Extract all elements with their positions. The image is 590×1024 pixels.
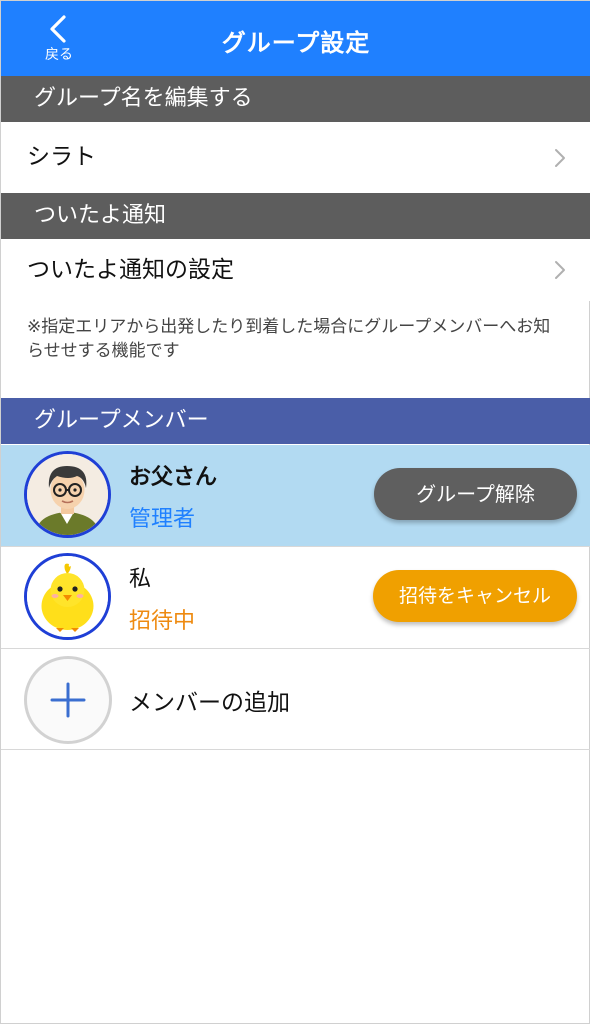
page-title: グループ設定 bbox=[221, 29, 371, 57]
cancel-invite-button[interactable]: 招待をキャンセル bbox=[373, 570, 577, 622]
section-header-group-name: グループ名を編集する bbox=[1, 76, 590, 122]
add-member-row[interactable]: メンバーの追加 bbox=[1, 649, 590, 750]
member-status: 招待中 bbox=[129, 609, 196, 634]
chevron-right-icon bbox=[555, 261, 565, 279]
group-name-value: シラト bbox=[27, 144, 96, 170]
father-avatar-icon bbox=[27, 454, 108, 535]
member-row: お父さん 管理者 グループ解除 bbox=[1, 445, 590, 547]
ungroup-button[interactable]: グループ解除 bbox=[374, 468, 577, 520]
notification-note: ※指定エリアから出発したり到着した場合にグループメンバーへお知らせせする機能です bbox=[27, 317, 551, 361]
notification-setting-row[interactable]: ついたよ通知の設定 bbox=[1, 239, 590, 301]
group-name-row[interactable]: シラト bbox=[1, 122, 590, 193]
avatar bbox=[24, 451, 111, 538]
member-name: 私 bbox=[129, 567, 152, 592]
notification-setting-label: ついたよ通知の設定 bbox=[27, 257, 234, 283]
member-row: 私 招待中 招待をキャンセル bbox=[1, 547, 590, 649]
add-member-circle bbox=[24, 656, 112, 744]
section-header-members: グループメンバー bbox=[1, 398, 590, 444]
chick-avatar-icon bbox=[27, 556, 108, 637]
section-header-notification: ついたよ通知 bbox=[1, 193, 590, 239]
chevron-right-icon bbox=[555, 148, 565, 167]
app-header: 戻る グループ設定 bbox=[1, 1, 590, 76]
add-member-label: メンバーの追加 bbox=[129, 690, 290, 716]
member-status: 管理者 bbox=[129, 507, 196, 532]
avatar bbox=[24, 553, 111, 640]
plus-icon bbox=[50, 682, 86, 718]
member-name: お父さん bbox=[129, 465, 218, 490]
